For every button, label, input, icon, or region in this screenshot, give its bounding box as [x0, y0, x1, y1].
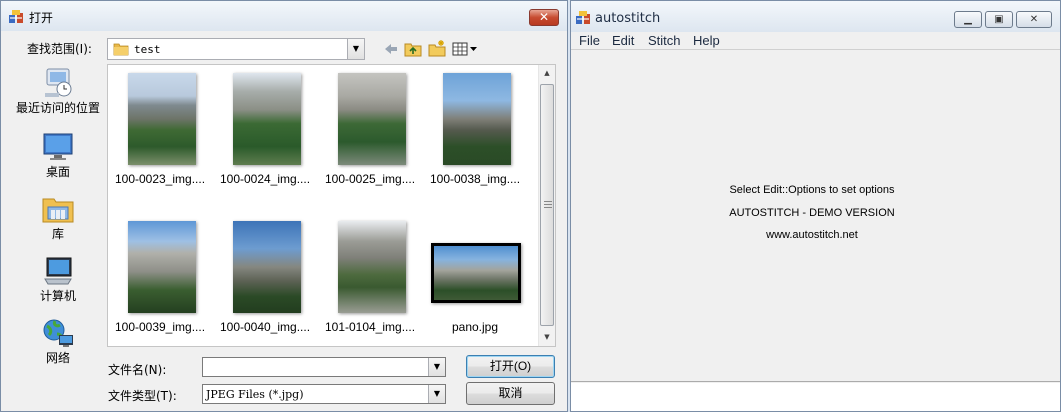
file-list[interactable]: 100-0023_img.... 100-0024_img.... 100-00… — [107, 64, 556, 347]
scrollbar-thumb[interactable] — [540, 84, 554, 326]
app-title-bar[interactable]: autostitch ▁ ▣ ✕ — [571, 1, 1060, 32]
file-name-field[interactable]: ▼ — [202, 357, 446, 377]
file-name: pano.jpg — [451, 320, 499, 334]
place-label: 最近访问的位置 — [15, 101, 100, 115]
image-thumbnail — [443, 73, 511, 165]
file-item[interactable]: pano.jpg — [423, 213, 527, 353]
image-thumbnail — [128, 73, 196, 165]
file-type-label: 文件类型(T): — [108, 389, 177, 403]
file-name: 101-0104_img.... — [324, 320, 416, 334]
image-thumbnail — [338, 73, 406, 165]
minimize-icon: ▁ — [964, 14, 972, 25]
menu-edit[interactable]: Edit — [612, 33, 634, 48]
dialog-title-bar[interactable]: 打开 ✕ — [1, 1, 567, 31]
place-network[interactable]: 网络 — [13, 317, 103, 365]
file-name: 100-0039_img.... — [114, 320, 206, 334]
image-thumbnail — [128, 221, 196, 313]
close-button[interactable]: ✕ — [529, 9, 559, 26]
file-name: 100-0040_img.... — [219, 320, 311, 334]
folder-icon — [113, 42, 129, 56]
app-icon — [575, 10, 591, 26]
view-menu-icon[interactable] — [451, 39, 479, 59]
open-button[interactable]: 打开(O) — [466, 355, 555, 378]
libraries-icon — [41, 193, 75, 225]
look-in-combo[interactable]: test ▼ — [107, 38, 365, 60]
place-label: 库 — [51, 227, 64, 241]
file-name-input[interactable] — [203, 358, 425, 376]
image-thumbnail — [431, 243, 521, 303]
file-item[interactable]: 100-0024_img.... — [213, 65, 317, 205]
place-label: 桌面 — [45, 165, 70, 179]
scroll-down-icon[interactable]: ▼ — [539, 329, 555, 346]
file-name: 100-0038_img.... — [429, 172, 521, 186]
look-in-value: test — [134, 43, 161, 56]
desktop-icon — [41, 131, 75, 163]
close-icon: ✕ — [538, 10, 550, 24]
options-hint-text: Select Edit::Options to set options — [729, 184, 895, 196]
file-item[interactable]: 100-0038_img.... — [423, 65, 527, 205]
file-item[interactable]: 100-0040_img.... — [213, 213, 317, 353]
version-text: AUTOSTITCH - DEMO VERSION — [729, 207, 895, 219]
scroll-up-icon[interactable]: ▲ — [539, 65, 555, 82]
minimize-button[interactable]: ▁ — [954, 11, 982, 28]
file-item[interactable]: 100-0023_img.... — [108, 65, 212, 205]
file-name: 100-0025_img.... — [324, 172, 416, 186]
places-bar: 最近访问的位置 桌面 库 计算机 网络 — [13, 67, 105, 377]
autostitch-window: autostitch ▁ ▣ ✕ File Edit Stitch Help S… — [570, 0, 1061, 412]
chevron-down-icon[interactable]: ▼ — [347, 39, 364, 59]
close-icon: ✕ — [1029, 14, 1039, 25]
file-type-combo[interactable]: JPEG Files (*.jpg) ▼ — [202, 384, 446, 404]
status-area — [571, 383, 1060, 411]
place-label: 计算机 — [39, 289, 76, 303]
place-desktop[interactable]: 桌面 — [13, 131, 103, 179]
recent-places-icon — [41, 67, 75, 99]
image-thumbnail — [233, 221, 301, 313]
file-name: 100-0024_img.... — [219, 172, 311, 186]
image-thumbnail — [233, 73, 301, 165]
up-folder-icon[interactable] — [403, 39, 423, 59]
menu-stitch[interactable]: Stitch — [648, 33, 681, 48]
maximize-button[interactable]: ▣ — [985, 11, 1013, 28]
place-computer[interactable]: 计算机 — [13, 255, 103, 303]
place-recent[interactable]: 最近访问的位置 — [13, 67, 103, 115]
chevron-down-icon[interactable]: ▼ — [428, 358, 445, 376]
chevron-down-icon[interactable]: ▼ — [428, 385, 445, 403]
file-type-value: JPEG Files (*.jpg) — [206, 388, 304, 401]
file-item[interactable]: 100-0025_img.... — [318, 65, 422, 205]
app-title: autostitch — [595, 11, 661, 26]
file-name-label: 文件名(N): — [108, 363, 167, 377]
open-file-dialog: 打开 ✕ 查找范围(I): test ▼ 最近访问的位置 桌面 库 计算机 网络… — [0, 0, 568, 412]
app-icon — [8, 9, 24, 25]
file-item[interactable]: 100-0039_img.... — [108, 213, 212, 353]
file-item[interactable]: 101-0104_img.... — [318, 213, 422, 353]
menu-bar: File Edit Stitch Help — [571, 32, 1060, 50]
close-button[interactable]: ✕ — [1016, 11, 1052, 28]
place-label: 网络 — [45, 351, 70, 365]
place-libraries[interactable]: 库 — [13, 193, 103, 241]
network-icon — [41, 317, 75, 349]
menu-help[interactable]: Help — [693, 33, 720, 48]
website-text: www.autostitch.net — [766, 229, 858, 241]
cancel-button[interactable]: 取消 — [466, 382, 555, 405]
computer-icon — [41, 255, 75, 287]
app-client-area: Select Edit::Options to set options AUTO… — [571, 50, 1060, 382]
new-folder-icon[interactable] — [427, 39, 447, 59]
back-arrow-icon[interactable] — [381, 39, 401, 59]
dialog-title: 打开 — [29, 11, 54, 25]
maximize-icon: ▣ — [994, 14, 1004, 25]
image-thumbnail — [338, 221, 406, 313]
look-in-label: 查找范围(I): — [27, 42, 92, 56]
menu-file[interactable]: File — [579, 33, 600, 48]
file-name: 100-0023_img.... — [114, 172, 206, 186]
vertical-scrollbar[interactable]: ▲ ▼ — [538, 65, 555, 346]
